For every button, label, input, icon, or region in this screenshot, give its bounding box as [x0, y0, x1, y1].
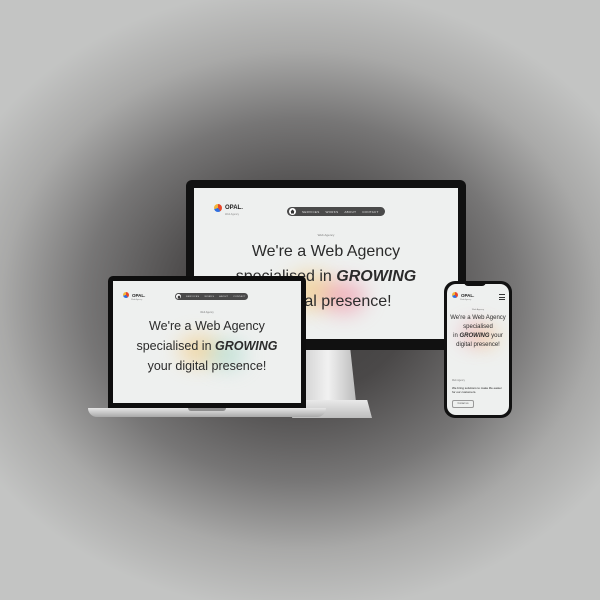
headline-line-3: your digital presence!	[147, 359, 267, 373]
laptop-screen: OPAL. Web Agency Services Works About Co…	[113, 281, 301, 403]
brand-name: OPAL.	[225, 205, 243, 211]
headline-line-2b-post: your	[489, 333, 503, 339]
hero-headline: We're a Web Agency specialised in GROWIN…	[113, 316, 301, 376]
brand-logo[interactable]: OPAL.	[452, 292, 474, 298]
section-body: We bring solutions to make life easier f…	[452, 386, 502, 394]
menu-icon[interactable]	[499, 294, 505, 302]
imac-stand-neck	[300, 350, 356, 402]
nav-works[interactable]: Works	[204, 296, 214, 298]
brand-tagline: Web Agency	[131, 299, 143, 301]
phone: OPAL. Web Agency Web Agency We're a Web …	[444, 281, 512, 418]
laptop-lid: OPAL. Web Agency Services Works About Co…	[108, 276, 306, 410]
eyebrow-label: Web Agency	[471, 309, 485, 311]
nav-services[interactable]: Services	[186, 296, 199, 298]
hero-headline: We're a Web Agency specialised in GROWIN…	[447, 314, 509, 350]
nav-about[interactable]: About	[344, 210, 356, 214]
brand-tagline: Web Agency	[460, 299, 472, 301]
nav-bar: Services Works About Contact	[287, 207, 385, 216]
brand-logo[interactable]: OPAL.	[214, 204, 243, 212]
logo-icon	[214, 204, 222, 212]
eyebrow-label: Web Agency	[200, 311, 214, 314]
headline-line-3: digital presence!	[456, 342, 500, 348]
brand-name: OPAL.	[461, 292, 475, 298]
nav-about[interactable]: About	[219, 296, 228, 298]
nav-contact[interactable]: Contact	[233, 296, 246, 298]
headline-line-1: We're a Web Agency	[450, 315, 506, 321]
headline-emphasis: GROWING	[215, 339, 278, 353]
headline-emphasis: GROWING	[459, 333, 490, 339]
contact-button[interactable]: Contact us	[452, 400, 474, 408]
headline-emphasis: GROWING	[336, 268, 417, 285]
headline-line-2b: in GROWING your	[447, 332, 509, 341]
headline-line-1: We're a Web Agency	[251, 243, 401, 260]
nav-bar: Services Works About Contact	[175, 293, 248, 300]
headline-line-2-text: specialised in	[136, 339, 215, 353]
phone-screen: OPAL. Web Agency Web Agency We're a Web …	[447, 284, 509, 415]
logo-icon	[452, 292, 458, 298]
nav-works[interactable]: Works	[326, 210, 339, 214]
nav-services[interactable]: Services	[302, 210, 320, 214]
section-label: Web Agency	[452, 380, 465, 382]
home-icon[interactable]	[289, 208, 296, 215]
laptop-notch	[188, 408, 226, 411]
eyebrow-label: Web Agency	[317, 233, 335, 237]
logo-icon	[123, 292, 129, 298]
brand-tagline: Web Agency	[225, 213, 239, 216]
brand-logo[interactable]: OPAL.	[123, 292, 145, 298]
brand-name: OPAL.	[132, 292, 146, 298]
phone-notch	[464, 281, 486, 286]
home-icon[interactable]	[176, 294, 181, 299]
headline-line-2: specialised	[463, 324, 493, 330]
headline-line-1: We're a Web Agency	[149, 319, 265, 333]
headline-line-2: specialised in GROWING	[113, 336, 301, 356]
nav-contact[interactable]: Contact	[362, 210, 378, 214]
